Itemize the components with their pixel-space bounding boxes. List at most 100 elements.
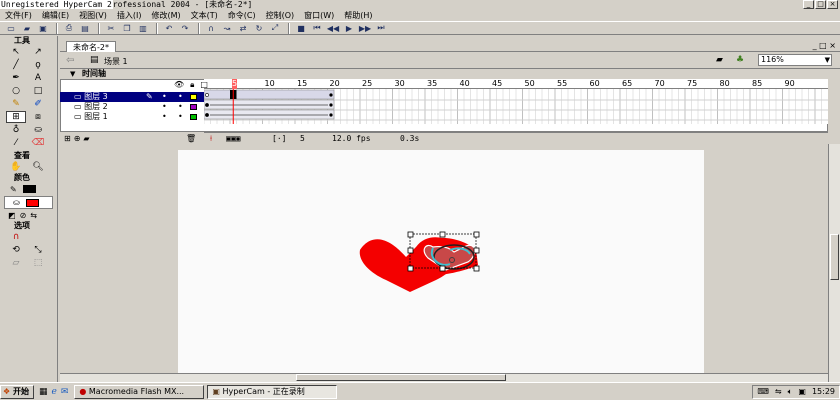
maximize-button[interactable]: □ (815, 0, 826, 9)
stop-icon[interactable]: ■ (294, 23, 308, 34)
menu-modify[interactable]: 修改(M) (148, 10, 187, 21)
quicklaunch-outlook-icon[interactable]: ✉ (61, 387, 69, 397)
transform-handle[interactable] (473, 247, 480, 254)
task-flash[interactable]: ● Macromedia Flash MX... (74, 384, 205, 399)
horizontal-scrollbar[interactable] (60, 373, 828, 382)
center-frame-icon[interactable]: ⍿ (210, 133, 212, 144)
envelope-option-icon[interactable]: ⬚ (28, 257, 48, 269)
quicklaunch-ie-icon[interactable]: ℯ (51, 387, 56, 397)
menu-control[interactable]: 控制(O) (263, 10, 302, 21)
quicklaunch-desktop-icon[interactable]: ▦ (39, 387, 48, 397)
menu-help[interactable]: 帮助(H) (341, 10, 379, 21)
line-tool-icon[interactable]: ╱ (6, 59, 26, 71)
cut-icon[interactable]: ✂ (104, 23, 118, 34)
vertical-scrollbar[interactable] (828, 144, 840, 382)
add-layer-folder-icon[interactable]: ▰ (83, 134, 89, 143)
edit-markers-icon[interactable]: [·] (272, 133, 286, 144)
visibility-dot[interactable]: • (162, 102, 167, 112)
layer-row-3[interactable]: ▭ 图层 3 ✎ • • (60, 92, 204, 102)
snap-magnet-icon[interactable]: ∩ (204, 23, 218, 34)
transform-handle[interactable] (473, 265, 480, 272)
onion-skin-icons[interactable]: ▣▣▣ (226, 133, 240, 144)
frame-grid[interactable] (203, 89, 828, 124)
menu-insert[interactable]: 插入(I) (114, 10, 149, 21)
menu-file[interactable]: 文件(F) (2, 10, 39, 21)
minimize-button[interactable]: _ (803, 0, 814, 9)
new-file-icon[interactable]: ▭ (4, 23, 18, 34)
zoom-tool-icon[interactable]: 🔍︎ (28, 161, 48, 173)
layer-row-2[interactable]: ▭ 图层 2 • • (60, 102, 204, 112)
lock-dot[interactable]: • (178, 102, 183, 112)
scale-icon[interactable]: ⤢ (268, 23, 282, 34)
layer-row-1[interactable]: ▭ 图层 1 • • (60, 112, 204, 122)
pencil-tool-icon[interactable]: ✎ (6, 98, 26, 110)
back-arrow-icon[interactable]: ⇦ (66, 55, 74, 66)
rotate-icon[interactable]: ↻ (252, 23, 266, 34)
menu-view[interactable]: 视图(V) (76, 10, 114, 21)
scale-option-icon[interactable]: ⤡ (28, 244, 48, 256)
menu-window[interactable]: 窗口(W) (301, 10, 341, 21)
smooth-icon[interactable]: ↝ (220, 23, 234, 34)
print-preview-icon[interactable]: ▤ (78, 23, 92, 34)
eyedropper-tool-icon[interactable]: ⁄ (6, 137, 26, 149)
network-icon[interactable]: ⇋ (775, 387, 782, 396)
hand-tool-icon[interactable]: ✋ (6, 161, 26, 173)
distort-option-icon[interactable]: ▱ (6, 257, 26, 269)
frame-ruler[interactable]: 5 10 15 20 25 30 35 40 45 50 55 60 65 70 75 80 85 90 (204, 79, 828, 89)
visibility-dot[interactable]: • (162, 92, 167, 102)
open-folder-icon[interactable]: ▰ (20, 23, 34, 34)
pen-tool-icon[interactable]: ✒ (6, 72, 26, 84)
visibility-dot[interactable]: • (162, 112, 167, 122)
start-button[interactable]: ❖ 开始 (0, 384, 34, 399)
transform-handle[interactable] (407, 231, 414, 238)
rectangle-tool-icon[interactable]: □ (28, 85, 48, 97)
snap-option-icon[interactable]: ∩ (6, 231, 26, 243)
no-color-icon[interactable]: ⊘ (20, 211, 27, 220)
zoom-select[interactable]: 116% ▼ (758, 54, 832, 66)
trash-icon[interactable]: 🗑︎ (186, 134, 196, 143)
transform-handle[interactable] (439, 231, 446, 238)
add-layer-icon[interactable]: ⊞ (64, 134, 71, 143)
layer-color-swatch[interactable] (190, 114, 197, 120)
brush-tool-icon[interactable]: ✐ (28, 98, 48, 110)
horizontal-scroll-thumb[interactable] (296, 374, 506, 381)
close-button[interactable]: × (827, 0, 838, 9)
edit-scene-icon[interactable]: ▰ (716, 55, 723, 65)
text-tool-icon[interactable]: A (28, 72, 48, 84)
arrow-tool-icon[interactable]: ↖ (6, 46, 26, 58)
print-icon[interactable]: ⎙ (62, 23, 76, 34)
straighten-icon[interactable]: ⇄ (236, 23, 250, 34)
rotate-skew-option-icon[interactable]: ⟲ (6, 244, 26, 256)
swap-colors-icon[interactable]: ⇆ (30, 211, 37, 220)
layer-color-swatch[interactable] (190, 104, 197, 110)
stage-canvas[interactable] (178, 150, 704, 382)
timeline-header[interactable]: ▼ 时间轴 (60, 69, 840, 79)
menu-commands[interactable]: 命令(C) (225, 10, 263, 21)
redo-icon[interactable]: ↷ (178, 23, 192, 34)
copy-icon[interactable]: ❐ (120, 23, 134, 34)
task-hypercam[interactable]: ▣ HyperCam - 正在录制 (207, 384, 338, 399)
keyboard-icon[interactable]: ⌨ (757, 387, 769, 396)
vertical-scroll-thumb[interactable] (830, 234, 839, 280)
eraser-tool-icon[interactable]: ⌫ (28, 137, 48, 149)
volume-icon[interactable]: 🔈︎ (788, 387, 793, 397)
add-guide-layer-icon[interactable]: ⊕ (74, 134, 81, 143)
menu-text[interactable]: 文本(T) (188, 10, 225, 21)
transform-handle[interactable] (407, 247, 414, 254)
step-forward-icon[interactable]: ▶▶ (358, 23, 372, 34)
layer-color-swatch[interactable] (190, 94, 197, 100)
play-icon[interactable]: ▶ (342, 23, 356, 34)
step-back-icon[interactable]: ◀◀ (326, 23, 340, 34)
transform-handle[interactable] (439, 265, 446, 272)
rewind-icon[interactable]: ⏮ (310, 23, 324, 34)
tray-app-icon[interactable]: ▣ (798, 387, 806, 396)
collapse-triangle-icon[interactable]: ▼ (70, 69, 75, 79)
stroke-color-swatch[interactable] (22, 185, 36, 193)
doc-window-controls-icon[interactable]: _ □ × (813, 41, 836, 50)
free-transform-tool-icon[interactable]: ⊞ (6, 111, 26, 123)
transform-handle[interactable] (407, 265, 414, 272)
save-icon[interactable]: ▣ (36, 23, 50, 34)
oval-tool-icon[interactable]: ○ (6, 85, 26, 97)
paste-icon[interactable]: ▥ (136, 23, 150, 34)
menu-edit[interactable]: 编辑(E) (39, 10, 76, 21)
